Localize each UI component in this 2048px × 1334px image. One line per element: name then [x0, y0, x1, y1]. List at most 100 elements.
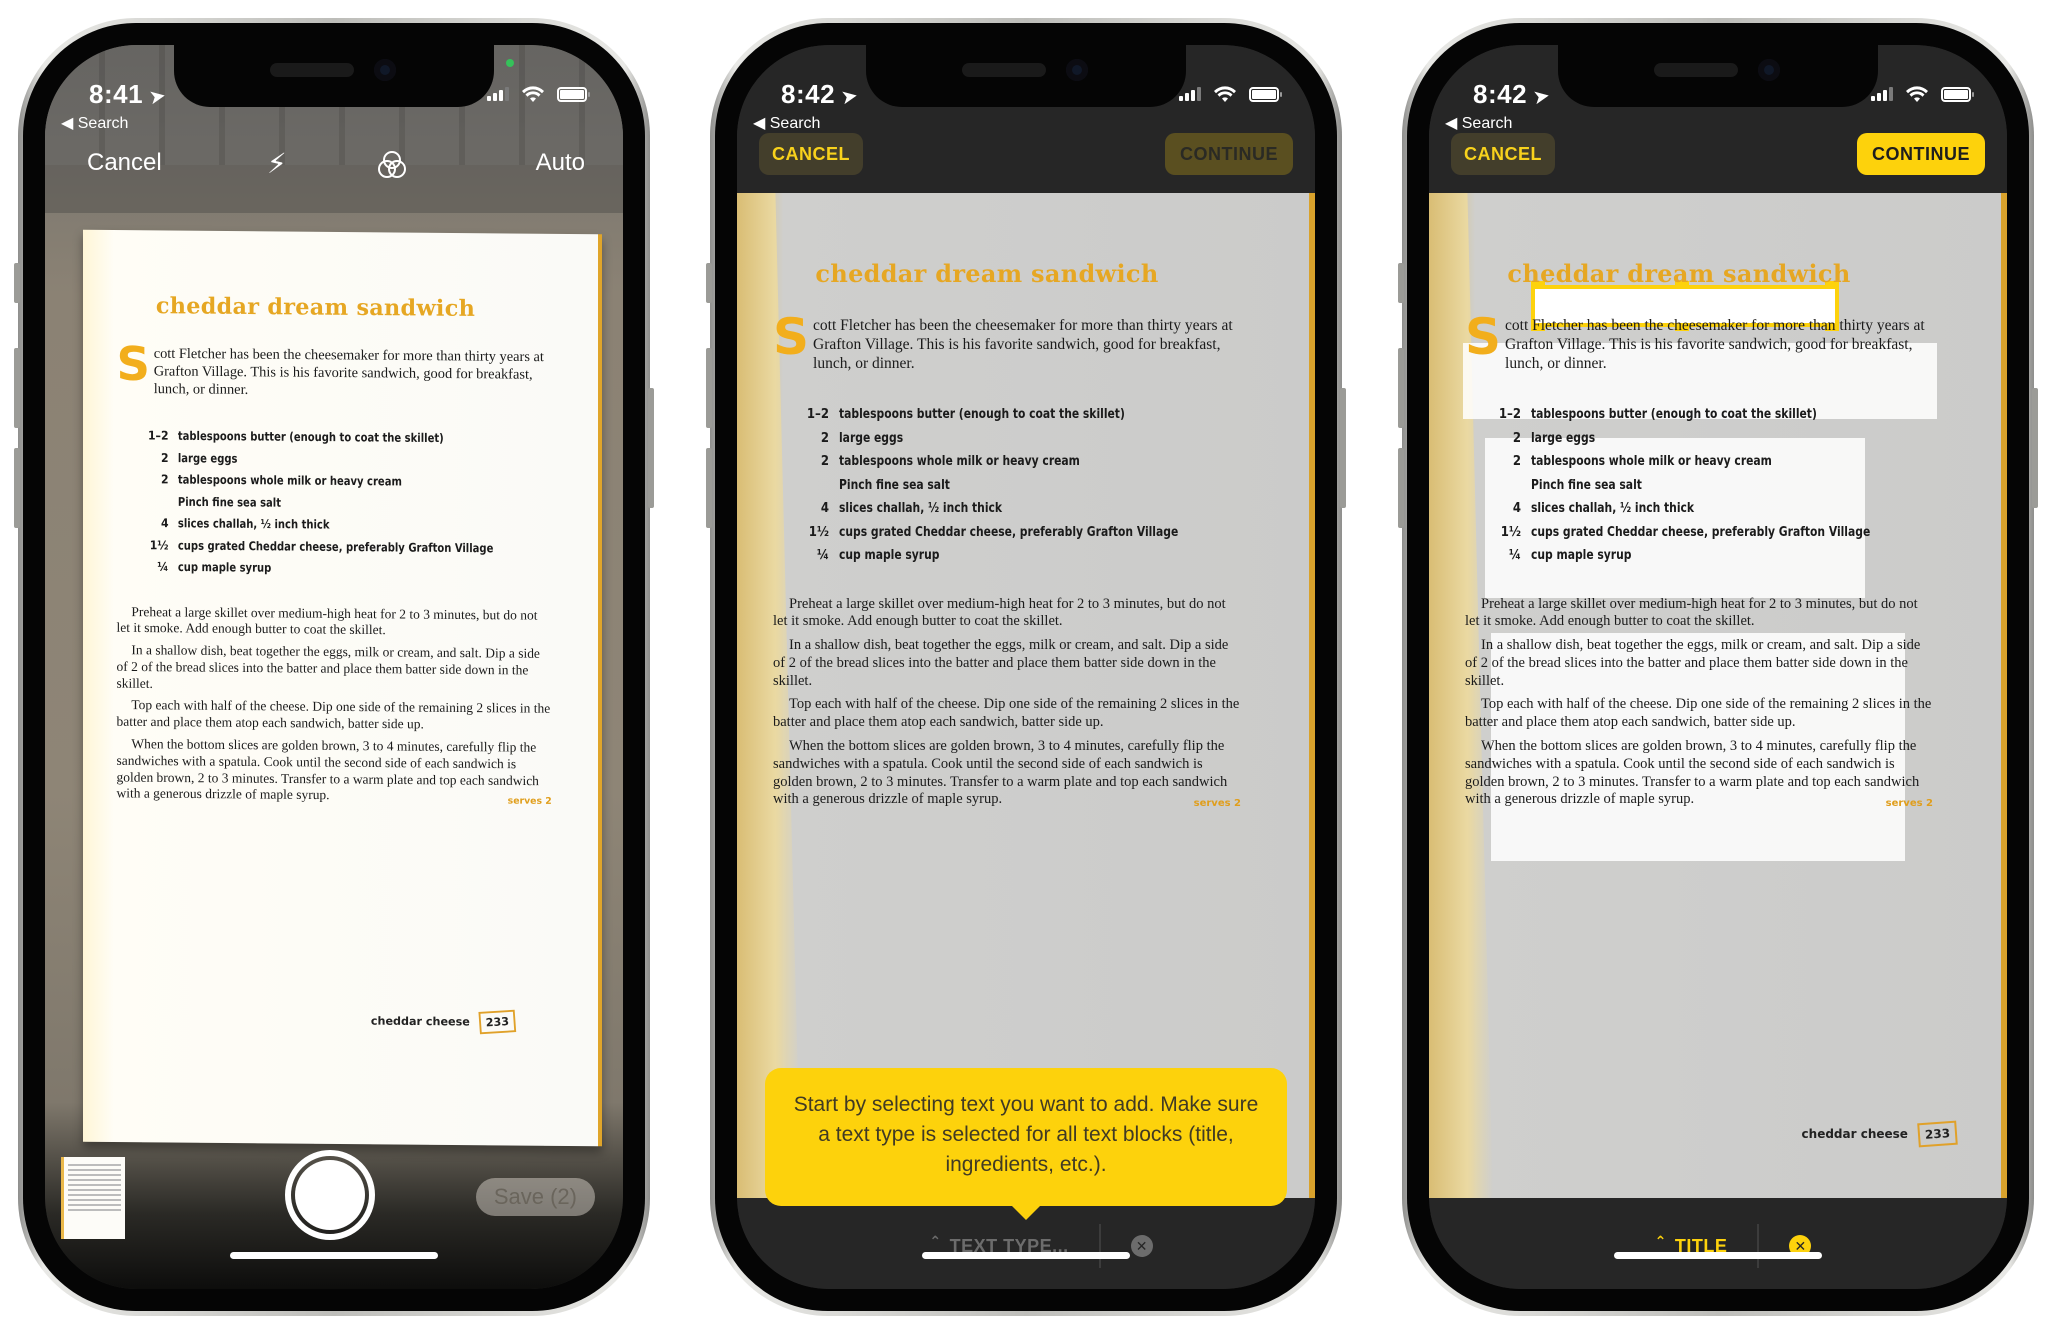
- ingredient-text: cups grated Cheddar cheese, preferably G…: [177, 538, 494, 556]
- captured-scan-thumbnail[interactable]: [61, 1157, 125, 1239]
- cancel-button[interactable]: Cancel: [87, 149, 162, 177]
- continue-button[interactable]: CONTINUE: [1857, 133, 1985, 175]
- back-label: Search: [1461, 115, 1513, 132]
- ingredient-qty: 1½: [808, 524, 829, 540]
- step-text: When the bottom slices are golden brown,…: [773, 738, 1228, 808]
- cancel-button[interactable]: CANCEL: [759, 133, 863, 175]
- ingredient-qty: ¼: [157, 560, 169, 575]
- recipe-title[interactable]: cheddar dream sandwich: [737, 259, 1241, 288]
- ingredients-list[interactable]: 1–2 tablespoons butter (enough to coat th…: [1465, 403, 1933, 568]
- notch: [866, 45, 1186, 107]
- cancel-button[interactable]: CANCEL: [1451, 133, 1555, 175]
- save-button[interactable]: Save (2): [475, 1178, 595, 1216]
- page-number: 233: [1917, 1120, 1958, 1148]
- volume-down-button: [706, 448, 712, 528]
- step-paragraph: Preheat a large skillet over medium-high…: [773, 596, 1241, 632]
- ingredient-text: tablespoons butter (enough to coat the s…: [177, 429, 444, 446]
- signal-icon: [1179, 87, 1201, 101]
- recipe-page-content: cheddar dream sandwich S cott Fletcher h…: [116, 291, 551, 812]
- ingredient-qty: [773, 474, 839, 498]
- step-text: When the bottom slices are golden brown,…: [116, 737, 539, 804]
- ingredient-qty: [1465, 474, 1531, 498]
- recipe-steps[interactable]: Preheat a large skillet over medium-high…: [773, 596, 1241, 810]
- recipe-steps[interactable]: Preheat a large skillet over medium-high…: [1465, 596, 1933, 810]
- clear-icon[interactable]: ✕: [1130, 1235, 1153, 1257]
- ingredient-text: slices challah, ½ inch thick: [839, 501, 1003, 516]
- location-arrow-icon: ➤: [147, 84, 169, 110]
- ingredient-text: cup maple syrup: [1531, 548, 1632, 563]
- wifi-icon: [522, 86, 544, 102]
- ingredient-qty: 2: [160, 473, 169, 488]
- ingredient-qty: 2: [820, 454, 829, 469]
- battery-icon: [557, 86, 590, 102]
- camera-bottom-controls: Save (2): [45, 1150, 623, 1240]
- recipe-steps[interactable]: Preheat a large skillet over medium-high…: [116, 604, 551, 807]
- ingredient-row: 2 large eggs: [773, 427, 1241, 451]
- instruction-tooltip: Start by selecting text you want to add.…: [765, 1068, 1287, 1220]
- intro-text: cott Fletcher has been the cheesemaker f…: [813, 317, 1233, 372]
- step-text: Preheat a large skillet over medium-high…: [116, 604, 538, 639]
- clock: 8:42: [1473, 79, 1528, 109]
- drop-cap: S: [773, 308, 810, 366]
- recipe-intro[interactable]: S cott Fletcher has been the cheesemaker…: [773, 308, 1241, 373]
- step-text: In a shallow dish, beat together the egg…: [1465, 637, 1921, 689]
- ingredient-text: Pinch fine sea salt: [839, 477, 950, 493]
- power-button: [1340, 388, 1346, 508]
- power-button: [648, 388, 654, 508]
- step-paragraph: Preheat a large skillet over medium-high…: [116, 604, 551, 641]
- volume-up-button: [706, 348, 712, 428]
- ingredients-list[interactable]: 1–2 tablespoons butter (enough to coat th…: [116, 425, 551, 582]
- back-to-search[interactable]: ◀ Search: [753, 113, 820, 133]
- step-paragraph: Top each with half of the cheese. Dip on…: [116, 698, 551, 735]
- capture-mode-toggle[interactable]: Auto: [536, 149, 585, 177]
- ingredient-qty: 4: [820, 501, 829, 516]
- signal-icon: [1871, 87, 1893, 101]
- clock: 8:42: [781, 79, 836, 109]
- serves-label: serves 2: [1193, 798, 1241, 810]
- ingredient-text: cups grated Cheddar cheese, preferably G…: [1531, 524, 1871, 540]
- page-number: 233: [478, 1009, 517, 1035]
- ingredient-text: large eggs: [177, 451, 238, 466]
- screen: CANCEL CONTINUE 8:42 ➤ ◀ Search cheddar d…: [737, 45, 1315, 1289]
- filters-icon[interactable]: [375, 149, 409, 183]
- back-to-search[interactable]: ◀ Search: [61, 113, 128, 133]
- volume-down-button: [14, 448, 20, 528]
- ingredients-list[interactable]: 1–2 tablespoons butter (enough to coat th…: [773, 403, 1241, 568]
- battery-icon: [1249, 86, 1282, 102]
- recipe-intro[interactable]: S cott Fletcher has been the cheesemaker…: [116, 337, 551, 401]
- location-arrow-icon: ➤: [1531, 84, 1553, 110]
- step-paragraph: Top each with half of the cheese. Dip on…: [1465, 696, 1933, 732]
- phone-camera-capture: 8:41 ➤ ◀ Search Cancel ⚡︎ Auto cheddar dr…: [14, 18, 654, 1316]
- flash-icon[interactable]: ⚡︎: [267, 147, 287, 180]
- recipe-page-content: cheddar dream sandwich S cott Fletcher h…: [1465, 259, 1933, 815]
- ingredient-qty: 4: [160, 516, 169, 531]
- recipe-title[interactable]: cheddar dream sandwich: [1429, 259, 1933, 288]
- recipe-title[interactable]: cheddar dream sandwich: [79, 291, 551, 322]
- back-label: Search: [77, 115, 129, 132]
- home-indicator: [922, 1252, 1130, 1259]
- step-text: In a shallow dish, beat together the egg…: [116, 643, 540, 692]
- step-text: Preheat a large skillet over medium-high…: [1465, 595, 1918, 630]
- notch: [1558, 45, 1878, 107]
- step-paragraph: When the bottom slices are golden brown,…: [1465, 738, 1933, 809]
- text-type-bar: ⌃ ⌄ TITLE ✕: [1429, 1198, 2007, 1289]
- step-paragraph: When the bottom slices are golden brown,…: [773, 738, 1241, 809]
- serves-label: serves 2: [1885, 798, 1933, 810]
- ingredient-qty: 2: [1512, 430, 1521, 446]
- phone-title-selected: CANCEL CONTINUE 8:42 ➤ ◀ Search cheddar …: [1398, 18, 2038, 1316]
- recipe-intro[interactable]: S cott Fletcher has been the cheesemaker…: [1465, 312, 1933, 373]
- divider: [1757, 1224, 1760, 1268]
- ingredient-row: 2 tablespoons whole milk or heavy cream: [1465, 450, 1933, 474]
- ingredient-text: tablespoons whole milk or heavy cream: [177, 473, 402, 490]
- mute-switch: [706, 263, 712, 303]
- shutter-button[interactable]: [285, 1150, 375, 1240]
- ingredient-row: Pinch fine sea salt: [1465, 474, 1933, 498]
- volume-up-button: [14, 348, 20, 428]
- back-to-search[interactable]: ◀ Search: [1445, 113, 1512, 133]
- continue-button[interactable]: CONTINUE: [1165, 133, 1293, 175]
- camera-controls: Cancel ⚡︎ Auto: [45, 147, 623, 193]
- signal-icon: [487, 87, 509, 101]
- ingredient-text: Pinch fine sea salt: [177, 495, 281, 510]
- ingredient-row: Pinch fine sea salt: [773, 474, 1241, 498]
- step-paragraph: In a shallow dish, beat together the egg…: [116, 643, 551, 696]
